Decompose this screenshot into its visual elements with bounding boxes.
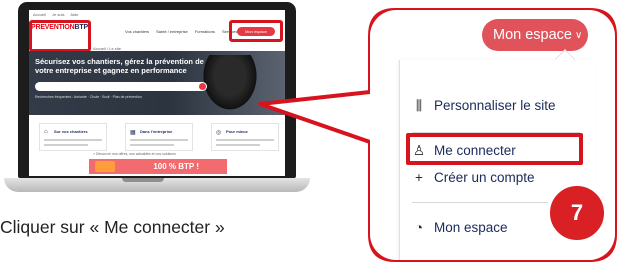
- zoom-panel: Mon espace ∨ ⫼ Personnaliser le site ♙ Me c…: [370, 10, 615, 260]
- speedometer-icon: ◔: [414, 220, 424, 235]
- sliders-icon: ⫼: [415, 98, 423, 113]
- chevron-down-icon: ∨: [575, 30, 583, 41]
- mon-espace-button[interactable]: Mon espace ∨: [482, 19, 588, 51]
- menu-item-label: Personnaliser le site: [434, 98, 556, 113]
- menu-item-mon-espace[interactable]: ◔ Mon espace: [412, 220, 508, 235]
- menu-item-label: Mon espace: [434, 220, 508, 235]
- me-connecter-highlight-box: [406, 133, 583, 165]
- menu-item-creer-compte[interactable]: + Créer un compte: [412, 170, 535, 185]
- menu-item-label: Créer un compte: [434, 170, 535, 185]
- plus-icon: +: [415, 170, 423, 185]
- menu-item-personnaliser[interactable]: ⫼ Personnaliser le site: [412, 98, 556, 114]
- step-number-badge: 7: [546, 182, 608, 244]
- mon-espace-label: Mon espace: [493, 27, 572, 43]
